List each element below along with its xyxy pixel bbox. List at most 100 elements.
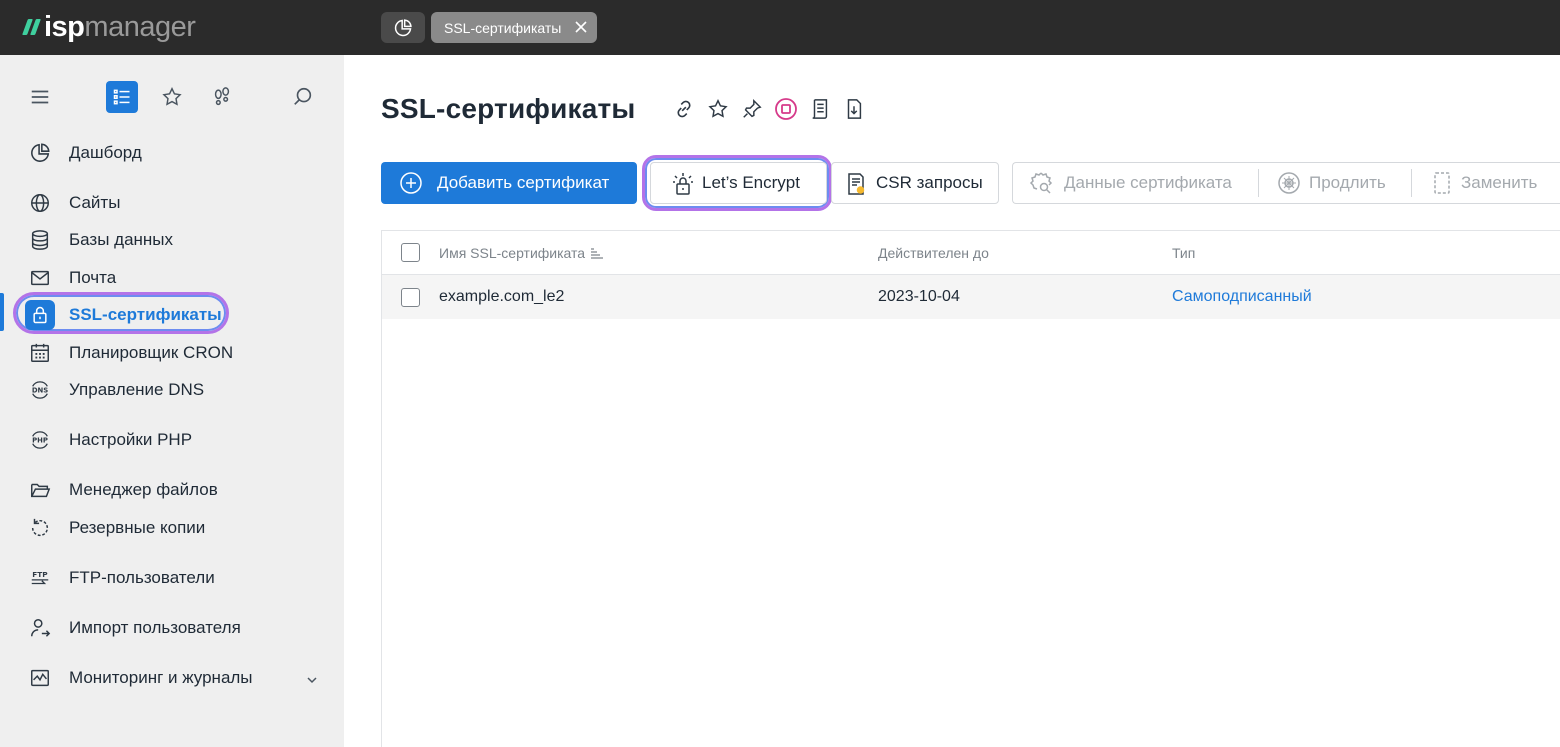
dashboard-pie-icon: [394, 18, 412, 36]
sidebar-item-label: FTP-пользователи: [69, 568, 215, 587]
lets-encrypt-label: Let’s Encrypt: [702, 173, 800, 192]
sidebar-item-label: Сайты: [69, 193, 121, 212]
sidebar-item-php[interactable]: PHP Настройки PHP: [0, 425, 344, 455]
menu-icon: [31, 90, 49, 104]
logo-manager-text: manager: [84, 10, 196, 43]
column-header-label: Имя SSL-сертификата: [439, 245, 586, 261]
renew-label: Продлить: [1309, 173, 1386, 192]
select-all-checkbox[interactable]: [401, 243, 420, 262]
menu-toggle-button[interactable]: [24, 81, 56, 113]
sidebar-item-label: Настройки PHP: [69, 430, 193, 449]
logo-isp-text: isp: [44, 10, 85, 43]
close-icon[interactable]: [574, 20, 588, 34]
sidebar-item-label: Мониторинг и журналы: [69, 668, 253, 687]
backup-icon: [29, 517, 51, 539]
stop-icon[interactable]: [772, 95, 800, 123]
top-bar: isp manager SSL-сертификаты: [0, 0, 1560, 55]
lets-encrypt-icon: [671, 172, 695, 196]
sidebar-toolbar: [0, 55, 344, 137]
folder-icon: [29, 479, 51, 501]
list-icon: [113, 89, 130, 105]
sidebar-item-label: Почта: [69, 268, 117, 287]
replace-label: Заменить: [1461, 173, 1538, 192]
svg-text:DNS: DNS: [32, 387, 48, 395]
ftp-icon: FTP: [29, 567, 51, 589]
chevron-down-icon[interactable]: [305, 673, 319, 687]
sidebar-item-label: Резервные копии: [69, 518, 206, 537]
certificate-details-button[interactable]: Данные сертификата: [1013, 163, 1258, 203]
sidebar-item-label: Базы данных: [69, 230, 174, 249]
cell-type-link[interactable]: Самоподписанный: [1172, 288, 1312, 306]
sort-icon[interactable]: [590, 247, 604, 259]
certificate-actions-group: Данные сертификата Продлить Заменить: [1012, 162, 1560, 204]
star-icon: [162, 87, 182, 106]
link-icon[interactable]: [670, 95, 698, 123]
recent-button[interactable]: [206, 81, 238, 113]
sidebar-item-dashboard[interactable]: Дашборд: [0, 138, 344, 168]
sidebar-search-button[interactable]: [287, 81, 319, 113]
lets-encrypt-button[interactable]: Let’s Encrypt: [650, 162, 827, 204]
add-certificate-button[interactable]: Добавить сертификат: [381, 162, 637, 204]
monitoring-icon: [29, 667, 51, 689]
php-icon: PHP: [29, 429, 51, 451]
sidebar-item-cron[interactable]: Планировщик CRON: [0, 338, 344, 368]
favorites-button[interactable]: [156, 81, 188, 113]
sidebar-item-backups[interactable]: Резервные копии: [0, 513, 344, 543]
list-view-button[interactable]: [106, 81, 138, 113]
page-title: SSL-сертификаты: [381, 93, 636, 124]
logo-mark-icon: [22, 19, 41, 35]
replace-icon: [1430, 171, 1454, 195]
renew-button[interactable]: Продлить: [1259, 163, 1411, 203]
sidebar-item-databases[interactable]: Базы данных: [0, 225, 344, 255]
column-header-type[interactable]: Тип: [1172, 245, 1195, 261]
svg-text:PHP: PHP: [32, 437, 48, 445]
calendar-icon: [29, 342, 51, 364]
download-icon[interactable]: [840, 95, 868, 123]
sidebar-item-user-import[interactable]: Импорт пользователя: [0, 613, 344, 643]
lock-icon: [29, 304, 51, 326]
dashboard-pie-icon: [29, 142, 51, 164]
dns-icon: DNS: [29, 379, 51, 401]
certificate-details-label: Данные сертификата: [1064, 173, 1232, 192]
sidebar-item-sites[interactable]: Сайты: [0, 188, 344, 218]
replace-button[interactable]: Заменить: [1412, 163, 1560, 203]
database-icon: [29, 229, 51, 251]
sidebar-item-mail[interactable]: Почта: [0, 263, 344, 293]
main-content: SSL-сертификаты Добавить сертификат Let’…: [344, 55, 1560, 747]
csr-requests-button[interactable]: CSR запросы: [831, 162, 999, 204]
sidebar-item-label: Менеджер файлов: [69, 480, 218, 499]
add-certificate-label: Добавить сертификат: [437, 173, 610, 192]
sidebar-item-ftp-users[interactable]: FTP FTP-пользователи: [0, 563, 344, 593]
cell-valid-until: 2023-10-04: [878, 288, 960, 305]
sidebar-item-label: SSL-сертификаты: [69, 305, 222, 324]
sidebar-item-label: Планировщик CRON: [69, 343, 234, 362]
star-icon[interactable]: [704, 95, 732, 123]
sidebar-item-dns[interactable]: DNS Управление DNS: [0, 375, 344, 405]
table-header: Имя SSL-сертификата Действителен до Тип: [382, 231, 1560, 275]
pin-icon[interactable]: [738, 95, 766, 123]
cell-name: example.com_le2: [439, 288, 565, 305]
sidebar-item-monitoring[interactable]: Мониторинг и журналы: [0, 663, 344, 693]
tab-dashboard[interactable]: [381, 12, 425, 43]
column-header-name[interactable]: Имя SSL-сертификата: [439, 245, 604, 261]
table-row[interactable]: example.com_le2 2023-10-04 Самоподписанн…: [382, 275, 1560, 319]
certificate-search-icon: [1029, 171, 1053, 195]
row-checkbox[interactable]: [401, 288, 420, 307]
sidebar-item-label: Дашборд: [69, 143, 142, 162]
app-logo[interactable]: isp manager: [22, 10, 196, 43]
sidebar-item-label: Импорт пользователя: [69, 618, 241, 637]
svg-text:FTP: FTP: [32, 570, 48, 579]
csr-document-icon: [844, 172, 868, 196]
column-header-valid-until[interactable]: Действителен до: [878, 245, 989, 261]
sidebar-item-ssl-certificates[interactable]: SSL-сертификаты: [0, 300, 344, 330]
add-circle-icon: [399, 171, 423, 195]
sidebar: Дашборд Сайты Базы данных Почта SSL-серт…: [0, 55, 344, 747]
log-icon[interactable]: [806, 95, 834, 123]
certificates-table: Имя SSL-сертификата Действителен до Тип …: [381, 230, 1560, 747]
sidebar-item-file-manager[interactable]: Менеджер файлов: [0, 475, 344, 505]
tab-ssl-label: SSL-сертификаты: [444, 19, 562, 36]
globe-icon: [29, 192, 51, 214]
sidebar-item-label: Управление DNS: [69, 380, 205, 399]
tab-ssl-certificates[interactable]: SSL-сертификаты: [431, 12, 597, 43]
renew-icon: [1277, 171, 1301, 195]
